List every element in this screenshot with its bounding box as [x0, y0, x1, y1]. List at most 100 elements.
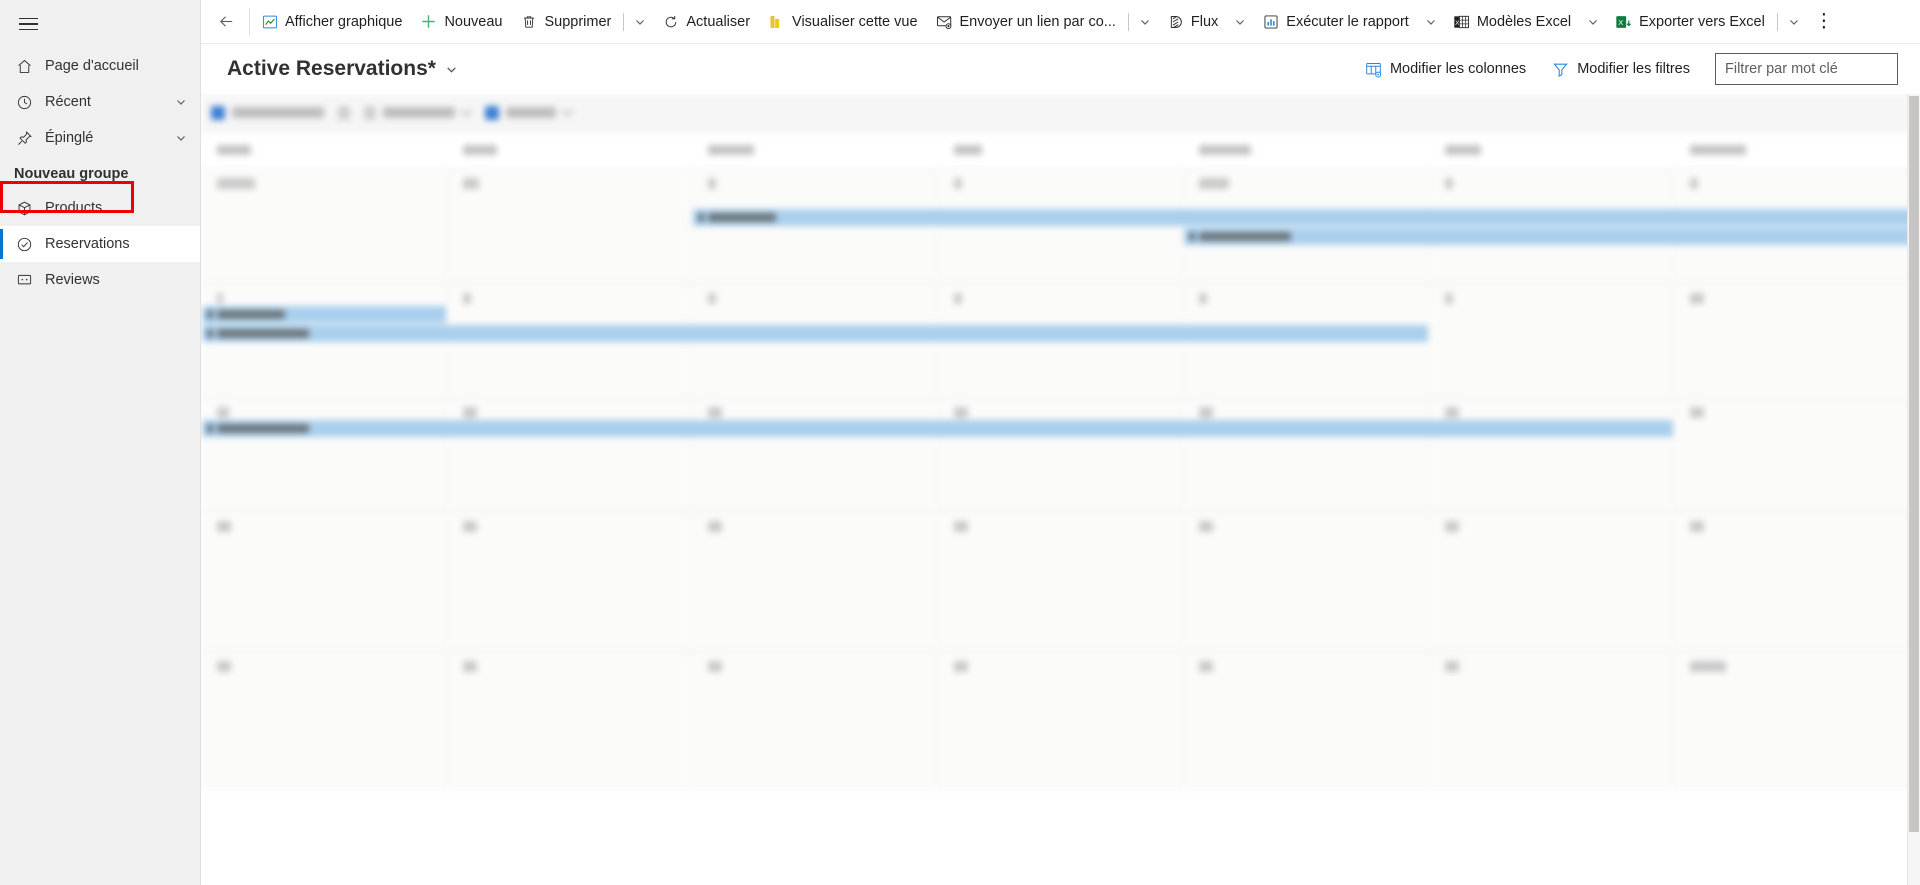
calendar-month-label	[383, 107, 455, 118]
sidebar-item-reviews[interactable]: Reviews	[0, 262, 200, 298]
calendar-event-bar[interactable]	[693, 209, 1920, 226]
email-link-icon	[936, 13, 953, 30]
calendar-day-cell[interactable]	[201, 398, 447, 511]
delete-dropdown-caret[interactable]	[627, 1, 653, 43]
calendar-toolbar-item[interactable]	[364, 104, 473, 120]
calendar-week-row	[201, 168, 1920, 283]
chevron-down-icon[interactable]	[460, 104, 473, 117]
calendar-event-bar[interactable]	[202, 306, 446, 323]
calendar-date-number	[1444, 407, 1459, 418]
calendar-date-number	[1199, 661, 1214, 672]
toolbar-divider	[623, 12, 625, 31]
calendar-date-number	[462, 661, 477, 672]
new-button[interactable]: Nouveau	[411, 1, 511, 43]
calendar-event-bar[interactable]	[1184, 228, 1920, 245]
calendar-day-cell[interactable]	[1428, 512, 1675, 651]
calendar-date-number	[1444, 178, 1453, 189]
calendar-day-cell[interactable]	[1183, 652, 1429, 791]
calendar-date-number	[1690, 521, 1705, 532]
run-report-dropdown-caret[interactable]	[1418, 1, 1444, 43]
calendar-day-cell[interactable]	[692, 398, 938, 511]
sidebar-item-pinned[interactable]: Épinglé	[0, 120, 200, 156]
flow-dropdown-caret[interactable]	[1227, 1, 1253, 43]
edit-columns-label: Modifier les colonnes	[1389, 61, 1527, 77]
calendar-day-cell[interactable]	[1674, 398, 1920, 511]
columns-icon	[1365, 61, 1382, 78]
calendar-day-cell[interactable]	[1674, 284, 1920, 397]
calendar-day-cell[interactable]	[692, 512, 938, 651]
refresh-icon	[662, 13, 679, 30]
powerbi-icon	[768, 13, 785, 30]
calendar-toolbar-item[interactable]	[485, 104, 574, 120]
calendar-event-bar[interactable]	[202, 325, 1428, 342]
more-commands-icon[interactable]: ⋮	[1807, 1, 1841, 43]
email-link-dropdown-caret[interactable]	[1132, 1, 1158, 43]
calendar-day-cell[interactable]	[201, 512, 447, 651]
calendar-blurred-content	[201, 94, 1920, 885]
calendar-toolbar-item[interactable]	[338, 105, 350, 120]
edit-filters-button[interactable]: Modifier les filtres	[1541, 52, 1701, 86]
excel-templates-button[interactable]: X Modèles Excel	[1444, 1, 1580, 43]
calendar-day-cell[interactable]	[446, 512, 693, 651]
calendar-day-cell[interactable]	[446, 652, 693, 791]
calendar-event-bar[interactable]	[202, 420, 1674, 437]
calendar-day-cell[interactable]	[1428, 284, 1675, 397]
show-chart-button[interactable]: Afficher graphique	[252, 1, 411, 43]
calendar-day-cell[interactable]	[1428, 169, 1675, 283]
calendar-day-cell[interactable]	[1428, 398, 1675, 511]
chevron-down-icon[interactable]	[445, 63, 458, 76]
run-report-button[interactable]: Exécuter le rapport	[1253, 1, 1418, 43]
hamburger-menu-icon[interactable]	[4, 0, 52, 48]
visualize-view-button[interactable]: Visualiser cette vue	[759, 1, 926, 43]
excel-templates-dropdown-caret[interactable]	[1580, 1, 1606, 43]
calendar-day-header-label	[1690, 145, 1747, 155]
calendar-day-cell[interactable]	[937, 398, 1184, 511]
sidebar-item-home[interactable]: Page d'accueil	[0, 48, 200, 84]
export-to-excel-button[interactable]: X Exporter vers Excel	[1606, 1, 1774, 43]
calendar-date-number	[1690, 407, 1705, 418]
chevron-down-icon[interactable]	[174, 95, 188, 109]
delete-button[interactable]: Supprimer	[511, 1, 620, 43]
calendar-day-cell[interactable]	[937, 652, 1184, 791]
sidebar-item-products[interactable]: Products	[0, 190, 200, 226]
calendar-day-cell[interactable]	[692, 169, 938, 283]
next-icon	[364, 105, 376, 120]
calendar-day-cell[interactable]	[1674, 652, 1920, 791]
calendar-day-cell[interactable]	[1428, 652, 1675, 791]
calendar-event-label	[708, 213, 777, 222]
calendar-day-header-label	[708, 145, 755, 155]
calendar-view[interactable]	[201, 94, 1920, 885]
search-input[interactable]: Filtrer par mot clé	[1715, 53, 1898, 85]
chevron-down-icon[interactable]	[561, 104, 574, 117]
flow-button[interactable]: Flux	[1158, 1, 1227, 43]
calendar-toolbar[interactable]	[201, 94, 1920, 132]
edit-columns-button[interactable]: Modifier les colonnes	[1354, 52, 1537, 86]
calendar-day-cell[interactable]	[937, 512, 1184, 651]
calendar-day-cell[interactable]	[1183, 512, 1429, 651]
calendar-toolbar-item[interactable]	[211, 105, 324, 120]
calendar-day-cell[interactable]	[201, 652, 447, 791]
calendar-day-cell[interactable]	[1674, 169, 1920, 283]
calendar-date-number	[462, 293, 471, 304]
refresh-button[interactable]: Actualiser	[653, 1, 759, 43]
calendar-day-cell[interactable]	[692, 652, 938, 791]
calendar-date-number	[953, 661, 968, 672]
calendar-day-header	[1674, 132, 1920, 168]
sidebar-item-recent[interactable]: Récent	[0, 84, 200, 120]
calendar-day-cell[interactable]	[1183, 398, 1429, 511]
calendar-date-number	[953, 178, 962, 189]
chevron-down-icon[interactable]	[174, 131, 188, 145]
command-label: Actualiser	[686, 13, 751, 30]
email-link-button[interactable]: Envoyer un lien par co...	[927, 1, 1125, 43]
calendar-day-cell[interactable]	[446, 169, 693, 283]
vertical-scrollbar[interactable]	[1907, 94, 1920, 885]
view-selector[interactable]: Active Reservations*	[227, 57, 458, 81]
calendar-day-cell[interactable]	[1674, 512, 1920, 651]
calendar-day-cell[interactable]	[446, 398, 693, 511]
calendar-day-cell[interactable]	[937, 169, 1184, 283]
back-button[interactable]	[205, 1, 247, 43]
scrollbar-thumb[interactable]	[1909, 96, 1919, 832]
calendar-date-number	[953, 521, 968, 532]
export-dropdown-caret[interactable]	[1781, 1, 1807, 43]
sidebar-item-reservations[interactable]: Reservations	[0, 226, 200, 262]
